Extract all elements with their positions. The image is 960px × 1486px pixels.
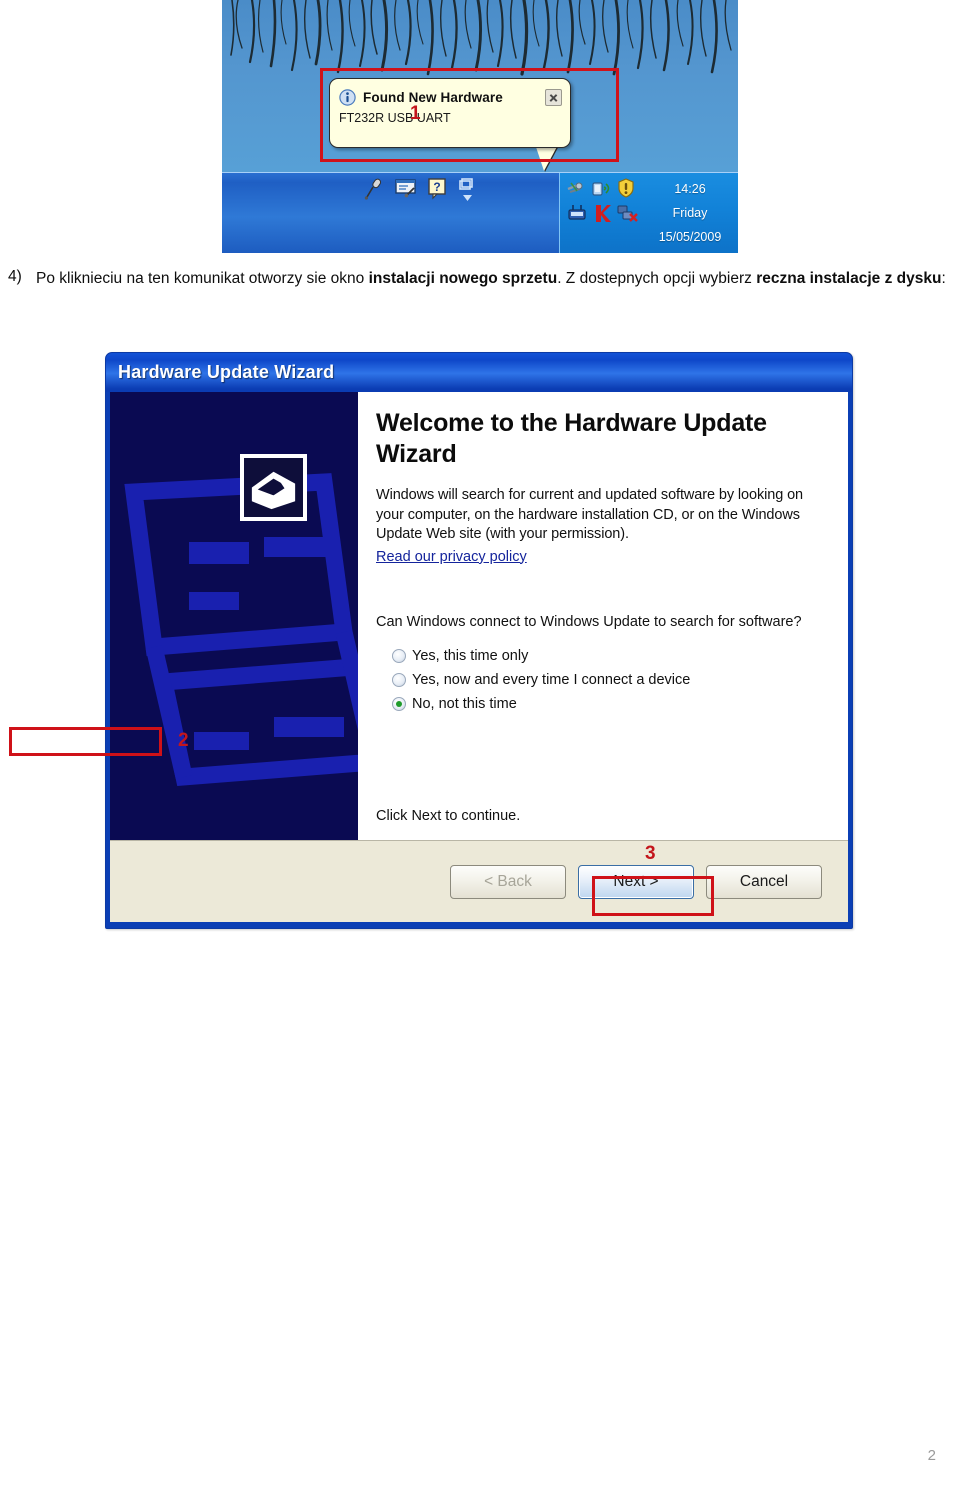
network-disconnected-icon[interactable] [616,202,638,224]
annotation-highlight-1 [320,68,619,162]
computer-watermark-graphic [124,473,358,787]
annotation-number-3: 3 [645,843,656,864]
system-tray[interactable]: 14:26 Friday 15/05/2009 [559,173,738,253]
radio-option-no-not-this-time[interactable]: No, not this time [392,692,830,716]
wizard-question: Can Windows connect to Windows Update to… [376,613,802,630]
radio-option-yes-every-time[interactable]: Yes, now and every time I connect a devi… [392,668,830,692]
help-question-icon[interactable]: ? [427,177,449,201]
radio-icon-selected[interactable] [392,697,406,711]
step-text-part2: . Z dostepnych opcji wybierz [557,270,757,287]
annotation-number-2: 2 [178,730,189,751]
wizard-heading: Welcome to the Hardware Update Wizard [376,409,767,468]
back-button[interactable]: < Back [450,864,566,899]
radio-option-yes-this-time[interactable]: Yes, this time only [392,644,830,668]
tray-clock[interactable]: 14:26 Friday 15/05/2009 [642,173,738,253]
clock-day: Friday [672,206,708,220]
hardware-update-wizard-dialog[interactable]: Hardware Update Wizard Welcome to the Ha… [105,352,853,929]
radio-label: No, not this time [412,696,517,712]
microphone-icon[interactable] [363,177,385,201]
wizard-side-panel [110,392,358,840]
step-text-part3: : [941,270,946,287]
privacy-policy-link[interactable]: Read our privacy policy [376,549,527,565]
step-4-paragraph: 4) Po kliknieciu na ten komunikat otworz… [6,268,954,290]
dialog-button-bar: < Back Next > Cancel [110,840,848,922]
kaspersky-icon[interactable] [592,202,612,224]
step-text-bold2: reczna instalacje z dysku [756,270,942,287]
notes-pen-icon[interactable] [394,177,418,201]
windows-taskbar[interactable]: ? 14:26 Friday 15/05/2009 [222,172,738,253]
radio-icon[interactable] [392,649,406,663]
tray-icon-list [560,173,642,253]
document-page: Found New Hardware FT232R USB UART ? 14:… [0,0,960,1486]
wireless-signal-icon[interactable] [590,177,612,199]
quicklaunch-area: ? [363,177,478,203]
wizard-description: Windows will search for current and upda… [376,487,804,542]
annotation-number-1: 1 [410,103,421,124]
usb-unplug-icon[interactable] [566,177,586,199]
network-device-icon[interactable] [566,202,588,224]
radio-label: Yes, now and every time I connect a devi… [412,672,691,688]
figure-found-new-hardware: Found New Hardware FT232R USB UART ? 14:… [222,0,738,253]
show-desktop-icon[interactable] [458,177,478,203]
wizard-footnote: Click Next to continue. [376,808,521,824]
hardware-wizard-icon [240,454,307,521]
cancel-button[interactable]: Cancel [706,864,822,899]
annotation-highlight-2 [9,727,162,756]
step-marker: 4) [8,268,22,285]
clock-time: 14:26 [674,182,706,196]
step-text: Po kliknieciu na ten komunikat otworzy s… [36,268,954,290]
wizard-content: Welcome to the Hardware Update Wizard Wi… [358,392,848,840]
hardware-wizard-icon-glyph [251,471,296,510]
security-shield-warning-icon[interactable] [616,177,636,199]
wizard-options-group: Yes, this time only Yes, now and every t… [392,644,830,716]
step-text-bold1: instalacji nowego sprzetu [368,270,558,287]
svg-text:?: ? [433,180,440,194]
dialog-title: Hardware Update Wizard [118,362,335,382]
dialog-body: Welcome to the Hardware Update Wizard Wi… [110,392,848,840]
dialog-titlebar[interactable]: Hardware Update Wizard [106,353,852,392]
radio-label: Yes, this time only [412,648,529,664]
page-number: 2 [927,1447,936,1464]
annotation-highlight-3 [592,876,714,916]
clock-date: 15/05/2009 [658,230,722,244]
radio-icon[interactable] [392,673,406,687]
step-text-part1: Po kliknieciu na ten komunikat otworzy s… [36,270,369,287]
